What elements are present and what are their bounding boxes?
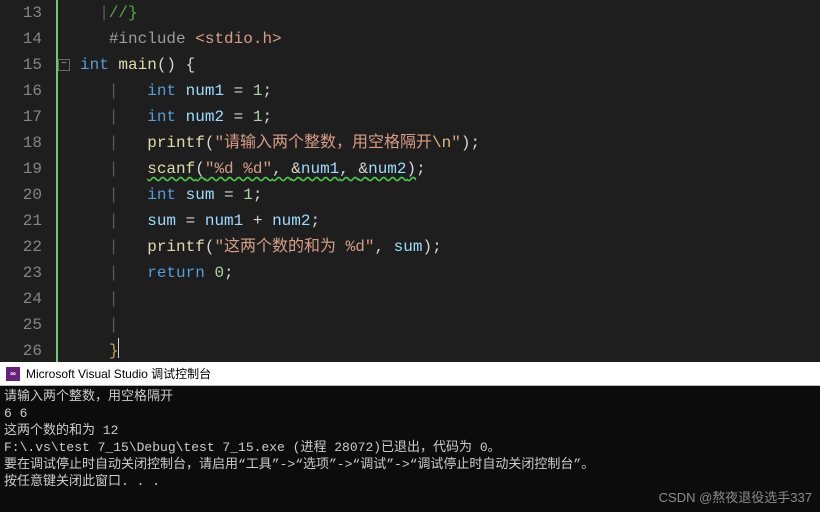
code-line[interactable]: | int num1 = 1;	[80, 78, 820, 104]
fold-column: −	[56, 0, 76, 362]
console-line: 6 6	[4, 405, 816, 422]
vs-icon: ∞	[6, 367, 20, 381]
line-number: 22	[0, 234, 42, 260]
line-number: 14	[0, 26, 42, 52]
console-line: 按任意键关闭此窗口. . .	[4, 473, 816, 490]
watermark-text: CSDN @熬夜退役选手337	[659, 489, 812, 506]
fold-toggle-icon[interactable]: −	[58, 59, 70, 71]
line-number: 13	[0, 0, 42, 26]
line-number-gutter: 13 14 15 16 17 18 19 20 21 22 23 24 25 2…	[0, 0, 56, 362]
code-line[interactable]: | scanf("%d %d", &num1, &num2);	[80, 156, 820, 182]
code-line[interactable]: | int sum = 1;	[80, 182, 820, 208]
console-line: 这两个数的和为 12	[4, 422, 816, 439]
code-line[interactable]: | sum = num1 + num2;	[80, 208, 820, 234]
line-number: 19	[0, 156, 42, 182]
line-number: 26	[0, 338, 42, 364]
code-editor[interactable]: 13 14 15 16 17 18 19 20 21 22 23 24 25 2…	[0, 0, 820, 362]
code-area[interactable]: |//} #include <stdio.h> int main() { | i…	[76, 0, 820, 362]
console-body[interactable]: 请输入两个整数，用空格隔开 6 6 这两个数的和为 12 F:\.vs\test…	[0, 386, 820, 512]
line-number: 20	[0, 182, 42, 208]
line-number: 15	[0, 52, 42, 78]
text-cursor	[118, 338, 119, 358]
code-line[interactable]: }	[80, 338, 820, 364]
line-number: 18	[0, 130, 42, 156]
line-number: 21	[0, 208, 42, 234]
code-line[interactable]: #include <stdio.h>	[80, 26, 820, 52]
code-line[interactable]: |	[80, 286, 820, 312]
line-number: 16	[0, 78, 42, 104]
code-line[interactable]: | int num2 = 1;	[80, 104, 820, 130]
code-line[interactable]: |//}	[80, 0, 820, 26]
code-line[interactable]: int main() {	[80, 52, 820, 78]
indent-guide	[56, 0, 58, 362]
line-number: 23	[0, 260, 42, 286]
console-line: 请输入两个整数，用空格隔开	[4, 388, 816, 405]
line-number: 17	[0, 104, 42, 130]
debug-console: ∞ Microsoft Visual Studio 调试控制台 请输入两个整数，…	[0, 362, 820, 512]
console-title-bar[interactable]: ∞ Microsoft Visual Studio 调试控制台	[0, 362, 820, 386]
line-number: 25	[0, 312, 42, 338]
console-line: F:\.vs\test 7_15\Debug\test 7_15.exe (进程…	[4, 439, 816, 456]
console-line: 要在调试停止时自动关闭控制台，请启用“工具”->“选项”->“调试”->“调试停…	[4, 456, 816, 473]
line-number: 24	[0, 286, 42, 312]
code-line[interactable]: | printf("这两个数的和为 %d", sum);	[80, 234, 820, 260]
console-title: Microsoft Visual Studio 调试控制台	[26, 365, 211, 382]
code-line[interactable]: |	[80, 312, 820, 338]
code-line[interactable]: | return 0;	[80, 260, 820, 286]
code-line[interactable]: | printf("请输入两个整数，用空格隔开\n");	[80, 130, 820, 156]
